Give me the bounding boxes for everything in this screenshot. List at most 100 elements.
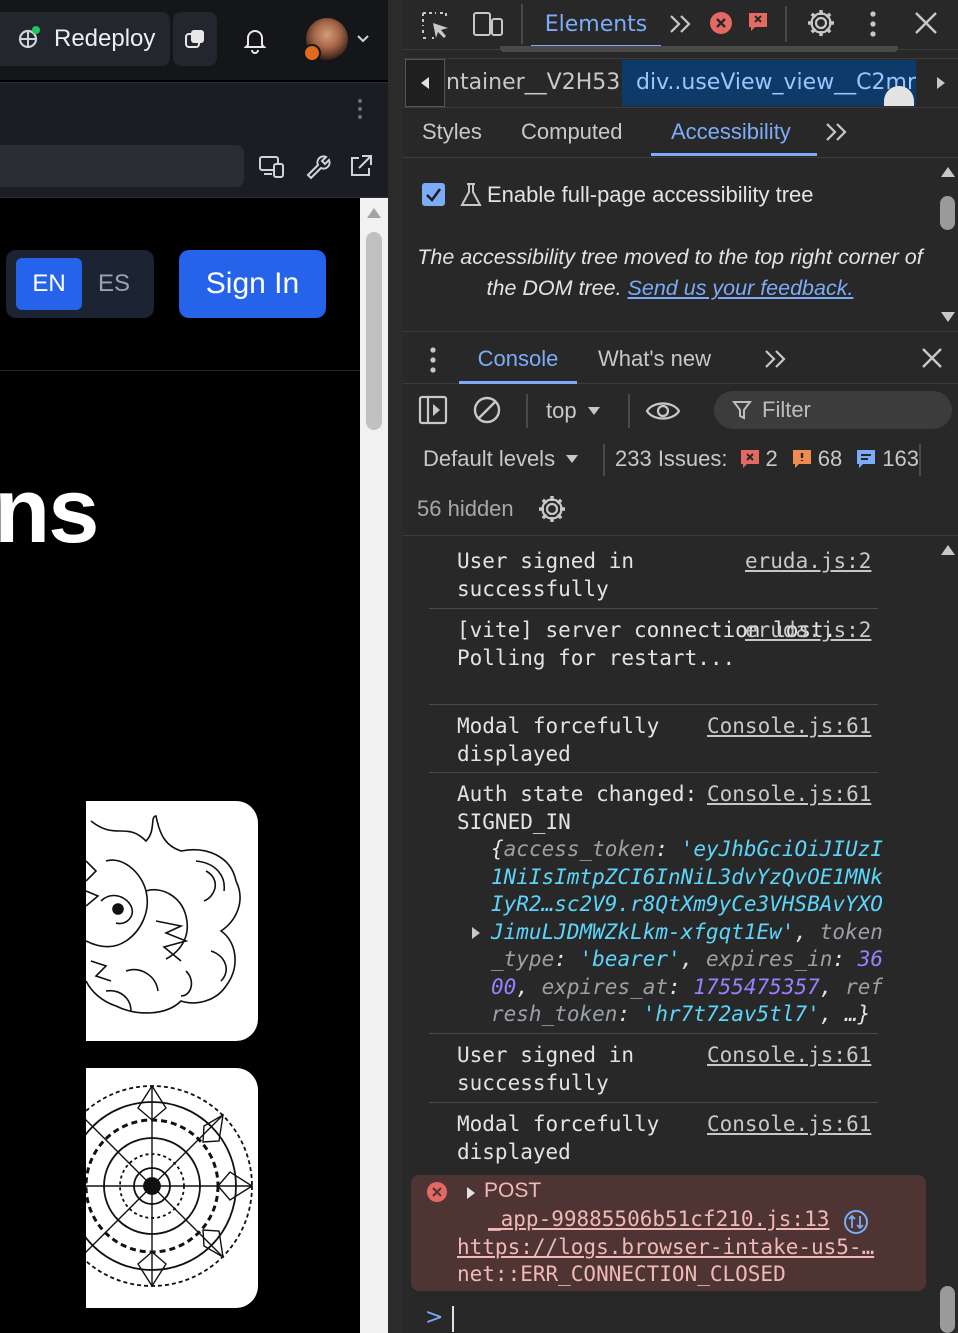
tab-whats-new[interactable]: What's new [598, 336, 711, 382]
settings-gear-icon[interactable] [806, 8, 836, 38]
scroll-up-icon[interactable] [940, 166, 956, 178]
tab-computed[interactable]: Computed [521, 108, 623, 156]
more-drawer-tabs-chevron-icon[interactable] [763, 347, 789, 371]
copy-icon [185, 30, 204, 48]
feedback-link[interactable]: Send us your feedback. [628, 276, 854, 300]
elements-tree-scroll-hint [500, 46, 898, 52]
log-row-divider [429, 704, 878, 705]
chevron-down-icon[interactable] [356, 32, 370, 46]
issue-warning-icon [792, 450, 811, 468]
scroll-up-icon[interactable] [940, 544, 956, 556]
checkmark-icon [426, 188, 442, 202]
notifications-bell-icon[interactable] [240, 24, 270, 54]
expand-object-caret-icon[interactable] [470, 925, 482, 941]
breadcrumb-scroll-right[interactable] [924, 59, 958, 107]
header-divider [0, 370, 360, 371]
redeploy-button[interactable]: Redeploy [0, 12, 170, 66]
toolbar-separator [785, 6, 787, 42]
breadcrumb-item[interactable]: ntainer__V2H53 [446, 60, 620, 95]
context-selector[interactable]: top [546, 396, 601, 426]
expires-at-value: 1755475357 [693, 974, 820, 999]
console-source-link[interactable]: Console.js:61 [707, 1111, 871, 1139]
lang-en-button[interactable]: EN [16, 258, 82, 310]
console-source-link[interactable]: Console.js:61 [707, 1042, 871, 1070]
network-request-icon[interactable] [843, 1209, 869, 1235]
dragon-illustration-card[interactable] [86, 801, 258, 1041]
device-toolbar-icon[interactable] [472, 10, 504, 40]
filter-placeholder: Filter [762, 397, 811, 422]
live-expression-eye-icon[interactable] [645, 398, 681, 424]
tab-console-underline [459, 381, 577, 384]
inspect-element-icon[interactable] [420, 10, 450, 40]
accessibility-scrollbar-thumb[interactable] [940, 196, 955, 230]
preview-scrollbar-thumb[interactable] [366, 232, 382, 430]
preview-url-input[interactable] [0, 145, 244, 187]
scroll-down-icon[interactable] [940, 311, 956, 323]
more-vertical-icon[interactable] [352, 97, 368, 121]
panel-splitter[interactable] [388, 0, 403, 1333]
full-page-tree-checkbox[interactable] [422, 183, 445, 206]
issues-counter[interactable]: 233 Issues: 2 68 163 [615, 446, 919, 472]
log-row-divider [429, 608, 878, 609]
console-settings-gear-icon[interactable] [537, 494, 567, 524]
console-message: User signed in successfully [457, 1043, 635, 1095]
experiment-flask-icon [460, 182, 482, 208]
hero-heading: ns [0, 460, 99, 562]
error-source-link[interactable]: _app-99885506b51cf210.js:13 [488, 1207, 829, 1231]
caret-right-icon [937, 77, 945, 89]
tab-console[interactable]: Console [459, 336, 577, 382]
log-levels-dropdown[interactable]: Default levels [423, 446, 579, 472]
console-source-link[interactable]: eruda.js:2 [745, 548, 871, 576]
error-icon [426, 1181, 448, 1203]
console-source-link[interactable]: Console.js:61 [707, 781, 871, 809]
issues-label: 233 Issues: [615, 446, 728, 471]
more-subtabs-chevron-icon[interactable] [824, 120, 850, 144]
tab-styles[interactable]: Styles [422, 108, 482, 156]
external-link-icon[interactable] [347, 152, 375, 180]
console-input[interactable] [452, 1306, 454, 1332]
mandala-illustration [86, 1084, 254, 1288]
breadcrumb-scroll-left[interactable] [405, 59, 445, 107]
caret-left-icon [421, 77, 429, 89]
issue-error-icon [740, 450, 759, 468]
drawer-menu-icon[interactable] [425, 346, 441, 374]
console-source-link[interactable]: Console.js:61 [707, 713, 871, 741]
full-page-tree-label: Enable full-page accessibility tree [487, 182, 814, 207]
clear-console-icon[interactable] [472, 395, 502, 425]
tab-elements[interactable]: Elements [531, 0, 661, 48]
error-count-icon[interactable] [709, 11, 733, 35]
refresh-token-value: 'hr7t72av5tl7' [642, 1002, 820, 1026]
console-filter-input[interactable]: Filter [714, 391, 952, 429]
console-scrollbar-thumb[interactable] [940, 1286, 955, 1333]
breadcrumb-item-selected[interactable]: div..useView_view__C2mr... [622, 60, 916, 106]
expand-error-caret-icon[interactable] [465, 1186, 477, 1200]
error-message-text: net::ERR_CONNECTION_CLOSED [457, 1262, 786, 1286]
toolbar-separator [919, 444, 921, 476]
token-type-value: 'bearer' [579, 947, 681, 971]
deploy-icon [14, 25, 42, 53]
filter-funnel-icon [732, 401, 752, 420]
tab-accessibility-underline [651, 153, 817, 156]
sign-in-button[interactable]: Sign In [179, 250, 326, 318]
issues-count-icon[interactable] [747, 11, 769, 33]
log-levels-value: Default levels [423, 446, 556, 471]
log-row-divider [429, 1033, 878, 1034]
dropdown-caret-icon [587, 407, 600, 415]
mandala-illustration-card[interactable] [86, 1068, 258, 1308]
auth-session-object[interactable]: {access_token: 'eyJhbGciOiJIUzI1NiIsImtp… [491, 836, 883, 1029]
close-devtools-icon[interactable] [913, 10, 939, 36]
more-options-icon[interactable] [863, 10, 883, 38]
error-url-link[interactable]: https://logs.browser-intake-us5-… [457, 1235, 874, 1259]
copy-button[interactable] [173, 12, 217, 66]
close-drawer-icon[interactable] [920, 346, 944, 370]
context-selector-value: top [546, 398, 577, 423]
sidebar-toggle-icon[interactable] [418, 395, 448, 425]
app-sub-toolbar [0, 82, 388, 134]
tab-accessibility[interactable]: Accessibility [671, 108, 791, 156]
wrench-icon[interactable] [303, 152, 331, 180]
devices-icon[interactable] [258, 154, 286, 180]
lang-es-button[interactable]: ES [84, 258, 144, 310]
console-source-link[interactable]: eruda.js:2 [745, 617, 871, 645]
more-tabs-chevron-icon[interactable] [668, 12, 694, 36]
toolbar-separator [628, 394, 630, 428]
